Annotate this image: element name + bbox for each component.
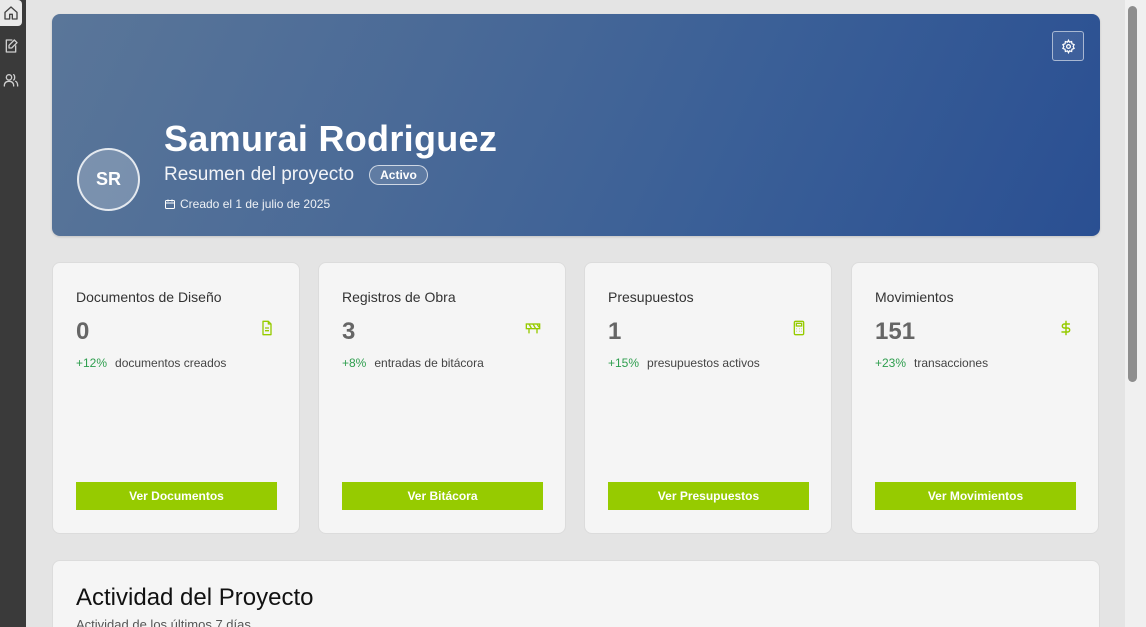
dollar-icon <box>1061 320 1071 336</box>
card-work-logs: Registros de Obra 3 +8% entradas de bitá… <box>318 262 566 534</box>
view-documents-button[interactable]: Ver Documentos <box>76 482 277 510</box>
sidebar <box>0 0 26 627</box>
users-icon <box>3 74 19 87</box>
project-hero: SR Samurai Rodriguez Resumen del proyect… <box>52 14 1100 236</box>
card-stat: +8% entradas de bitácora <box>342 356 484 370</box>
view-logbook-button[interactable]: Ver Bitácora <box>342 482 543 510</box>
calculator-icon <box>793 320 805 336</box>
card-title: Registros de Obra <box>342 289 456 305</box>
calendar-icon <box>165 199 175 209</box>
project-owner-name: Samurai Rodriguez <box>164 118 498 159</box>
project-activity-panel: Actividad del Proyecto Actividad de los … <box>52 560 1100 627</box>
main-content: SR Samurai Rodriguez Resumen del proyect… <box>26 0 1125 627</box>
created-date: Creado el 1 de julio de 2025 <box>164 197 330 211</box>
card-value: 151 <box>875 318 916 345</box>
gear-icon <box>1061 38 1075 54</box>
card-stat: +12% documentos creados <box>76 356 226 370</box>
edit-document-icon <box>5 39 18 53</box>
card-stat-description: entradas de bitácora <box>374 356 484 370</box>
construction-barrier-icon <box>525 323 541 334</box>
card-value: 0 <box>76 318 90 345</box>
card-stat-description: documentos creados <box>115 356 227 370</box>
card-stat-percent: +12% <box>76 356 108 370</box>
card-title: Presupuestos <box>608 289 694 305</box>
home-icon <box>4 6 18 20</box>
card-stat-percent: +15% <box>608 356 640 370</box>
status-badge: Activo <box>369 165 428 185</box>
card-title: Movimientos <box>875 289 954 305</box>
card-value: 3 <box>342 318 356 345</box>
card-design-documents: Documentos de Diseño 0 +12% documentos c… <box>52 262 300 534</box>
section-subtitle: Actividad de los últimos 7 días <box>76 617 251 627</box>
created-date-text: Creado el 1 de julio de 2025 <box>180 197 331 211</box>
avatar: SR <box>77 148 140 211</box>
view-transactions-button[interactable]: Ver Movimientos <box>875 482 1076 510</box>
view-budgets-button[interactable]: Ver Presupuestos <box>608 482 809 510</box>
card-stat: +15% presupuestos activos <box>608 356 760 370</box>
settings-button[interactable] <box>1052 31 1084 61</box>
hero-subtitle-row: Resumen del proyecto Activo <box>164 164 428 186</box>
card-stat: +23% transacciones <box>875 356 988 370</box>
document-icon <box>262 320 272 336</box>
card-stat-percent: +8% <box>342 356 367 370</box>
card-value: 1 <box>608 318 622 345</box>
card-transactions: Movimientos 151 +23% transacciones Ver M… <box>851 262 1099 534</box>
card-budgets: Presupuestos 1 +15% presupuestos activos… <box>584 262 832 534</box>
sidebar-item-users[interactable] <box>0 67 22 93</box>
sidebar-item-documents[interactable] <box>0 33 22 59</box>
sidebar-item-home[interactable] <box>0 0 22 26</box>
section-title: Actividad del Proyecto <box>76 584 314 611</box>
card-stat-description: presupuestos activos <box>647 356 760 370</box>
card-stat-percent: +23% <box>875 356 907 370</box>
scrollbar-thumb[interactable] <box>1128 6 1137 382</box>
card-title: Documentos de Diseño <box>76 289 222 305</box>
card-stat-description: transacciones <box>914 356 989 370</box>
hero-subtitle: Resumen del proyecto <box>164 164 355 185</box>
